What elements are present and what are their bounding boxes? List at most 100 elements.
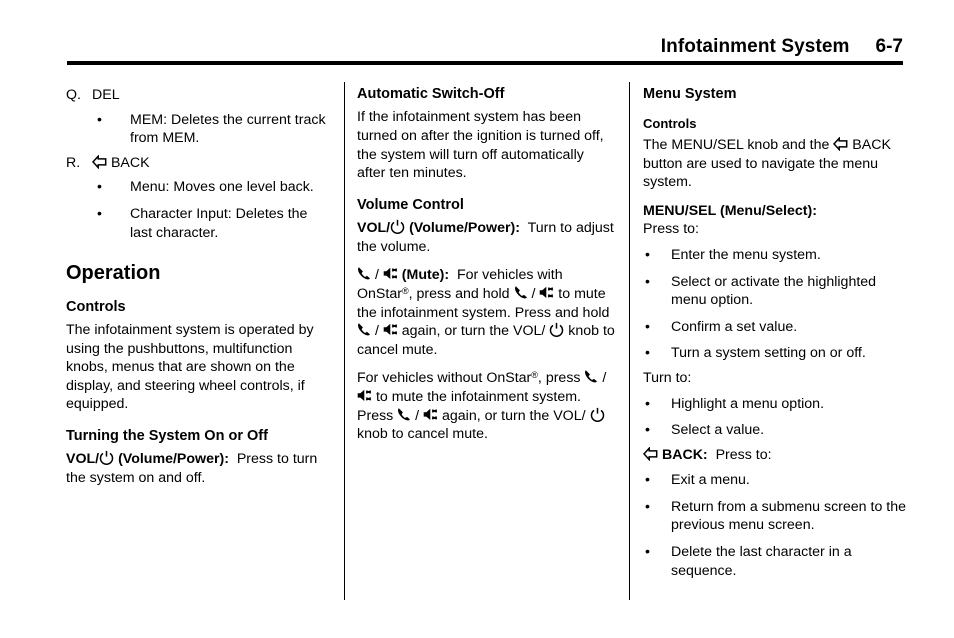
list-item-text: Character Input: Deletes the last charac… xyxy=(130,205,308,241)
list-item: • Return from a submenu screen to the pr… xyxy=(643,498,908,535)
column-1: Q. DEL • MEM: Deletes the current track f… xyxy=(66,86,328,497)
heading-menu-system: Menu System xyxy=(643,86,737,102)
list-item-text: Highlight a menu option. xyxy=(671,395,825,412)
menu-controls-body: The MENU/SEL knob and the BACK button ar… xyxy=(643,136,908,192)
manual-page: Infotainment System 6-7 Q. DEL • MEM: Dele… xyxy=(0,0,954,638)
press-to-label: Press to: xyxy=(643,221,699,238)
mute-speaker-icon xyxy=(383,266,398,281)
volume-control-paragraph: VOL/ (Volume/Power): Turn to adjust the … xyxy=(357,219,615,256)
mute-text-1: For vehicles with xyxy=(456,267,563,284)
list-item-q-label: DEL xyxy=(92,87,120,103)
nostar-text-1: For vehicles without OnStar xyxy=(357,370,532,387)
list-item-text: Enter the menu system. xyxy=(671,246,821,263)
mute-speaker-icon xyxy=(357,388,372,403)
power-icon xyxy=(549,322,564,338)
bullet-dot-icon: • xyxy=(645,472,650,489)
phone-handset-icon xyxy=(357,266,371,281)
heading-turning-system-on-or-off: Turning the System On or Off xyxy=(66,427,268,444)
registered-trademark-icon: ® xyxy=(401,285,409,296)
mute-text-2: OnStar xyxy=(357,285,402,302)
vol-power-label-suffix: (Volume/Power): xyxy=(409,220,520,237)
nostar-text-2: press xyxy=(545,370,581,387)
automatic-switch-off-body: If the infotainment system has been turn… xyxy=(357,109,604,182)
page-header: Infotainment System 6-7 xyxy=(67,36,903,58)
list-item-text: MEM: Deletes the current track from MEM. xyxy=(130,111,326,147)
list-item: • Delete the last character in a sequenc… xyxy=(643,543,908,580)
back-label: BACK: xyxy=(661,446,708,463)
no-onstar-paragraph: For vehicles without OnStar®, press / to… xyxy=(357,369,607,443)
column-2: Automatic Switch-Off If the infotainment… xyxy=(357,86,615,454)
list-item: • Turn a system setting on or off. xyxy=(643,344,908,363)
list-item: • Exit a menu. xyxy=(643,471,908,490)
back-bullets: • Exit a menu. • Return from a submenu s… xyxy=(643,471,908,580)
nostar-text-4: again, or turn the VOL/ xyxy=(442,407,586,424)
bullet-dot-icon: • xyxy=(645,345,650,362)
mute-paragraph: / (Mute): For vehicles with OnStar®, pre… xyxy=(357,266,615,358)
power-icon xyxy=(99,450,114,466)
list-item-r-label: BACK xyxy=(110,154,150,171)
phone-handset-icon xyxy=(397,407,411,422)
list-item-r-bullets: • Menu: Moves one level back. • Characte… xyxy=(66,178,328,242)
nostar-text-5: knob to cancel mute. xyxy=(357,426,488,443)
list-item: • Select a value. xyxy=(643,421,908,440)
list-item-q-marker: Q. xyxy=(66,87,81,103)
bullet-dot-icon: • xyxy=(645,246,650,263)
list-item-text: Select or activate the highlighted menu … xyxy=(671,273,877,309)
bullet-dot-icon: • xyxy=(645,273,650,290)
turn-to-bullets: • Highlight a menu option. • Select a va… xyxy=(643,395,908,440)
power-icon xyxy=(590,407,605,423)
page-number: 6-7 xyxy=(875,36,903,57)
mute-speaker-icon xyxy=(383,322,398,337)
list-item: • Menu: Moves one level back. xyxy=(66,178,328,197)
bullet-dot-icon: • xyxy=(645,422,650,439)
heading-automatic-switch-off: Automatic Switch-Off xyxy=(357,86,505,102)
list-item-text: Exit a menu. xyxy=(671,472,750,489)
vol-power-label-prefix: VOL/ xyxy=(66,451,100,468)
nostar-text-1b: , xyxy=(537,370,542,387)
mute-speaker-icon xyxy=(423,407,438,422)
list-item-text: Select a value. xyxy=(671,422,765,439)
controls-body-line-1: The MENU/SEL knob and the xyxy=(643,136,830,153)
mute-text-2b: , press and hold xyxy=(408,285,510,302)
list-item-text: Turn a system setting on or off. xyxy=(671,345,866,362)
press-to-bullets: • Enter the menu system. • Select or act… xyxy=(643,246,908,363)
column-divider-2 xyxy=(629,82,630,600)
list-item-r: R. BACK xyxy=(66,154,328,173)
turn-to-label-paragraph: Turn to: xyxy=(643,369,692,386)
column-3: Menu System Controls The MENU/SEL knob a… xyxy=(643,86,908,586)
list-item: • Enter the menu system. xyxy=(643,246,908,265)
bullet-dot-icon: • xyxy=(97,205,102,222)
bullet-dot-icon: • xyxy=(645,318,650,335)
menusel-heading: MENU/SEL (Menu/Select): xyxy=(643,202,817,219)
header-divider-rule xyxy=(67,61,903,65)
list-item-text: Confirm a set value. xyxy=(671,318,798,335)
mute-text-4: Press and hold xyxy=(514,304,610,321)
menusel-paragraph: MENU/SEL (Menu/Select): Press to: xyxy=(643,202,908,239)
list-item-q-bullets: • MEM: Deletes the current track from ME… xyxy=(66,111,328,148)
phone-handset-icon xyxy=(584,369,598,384)
list-item: • Select or activate the highlighted men… xyxy=(643,273,908,310)
mute-text-5: again, or turn the VOL/ xyxy=(401,323,546,340)
list-item: • MEM: Deletes the current track from ME… xyxy=(66,111,328,148)
controls-body-text: The infotainment system is operated by u… xyxy=(66,321,314,413)
bullet-dot-icon: • xyxy=(645,498,650,515)
bullet-dot-icon: • xyxy=(645,395,650,412)
list-item-text: Menu: Moves one level back. xyxy=(130,179,314,196)
vol-power-paragraph: VOL/ (Volume/Power): Press to turn the s… xyxy=(66,450,328,487)
mute-label: (Mute): xyxy=(401,267,450,284)
vol-power-label-suffix: (Volume/Power): xyxy=(118,451,229,468)
column-divider-1 xyxy=(344,82,345,600)
list-item: • Confirm a set value. xyxy=(643,318,908,337)
list-item-r-marker: R. xyxy=(66,154,81,171)
vol-power-label-prefix: VOL/ xyxy=(357,220,391,237)
back-press-to-label: Press to: xyxy=(715,446,772,463)
list-item: • Highlight a menu option. xyxy=(643,395,908,414)
bullet-dot-icon: • xyxy=(97,111,102,128)
bullet-dot-icon: • xyxy=(645,544,650,561)
list-item-text: Delete the last character in a sequence. xyxy=(671,544,852,579)
heading-controls: Controls xyxy=(66,298,126,315)
mute-speaker-icon xyxy=(539,285,554,300)
back-arrow-icon xyxy=(833,136,848,151)
list-item-q: Q. DEL xyxy=(66,86,328,105)
heading-controls: Controls xyxy=(643,116,697,132)
